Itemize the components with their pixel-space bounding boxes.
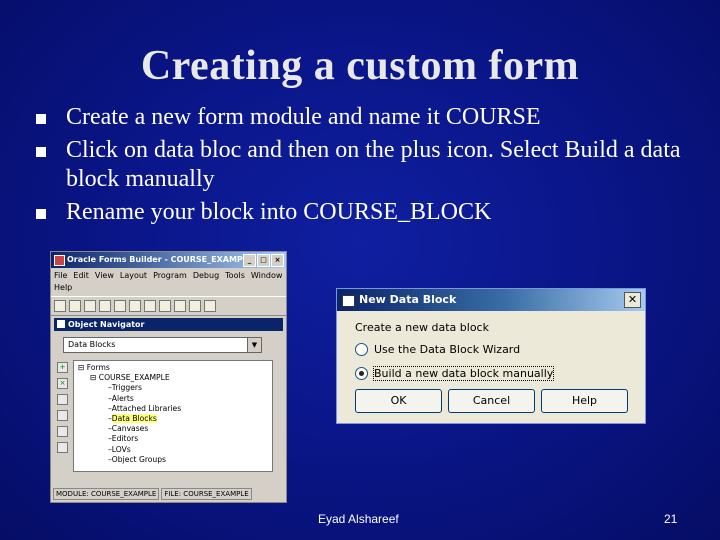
close-icon[interactable]: × bbox=[271, 254, 284, 267]
navigator-side-toolbar: + × bbox=[55, 362, 70, 467]
bullet-text: Click on data bloc and then on the plus … bbox=[66, 137, 681, 192]
bullet-list: Create a new form module and name it COU… bbox=[32, 103, 692, 231]
slide-title: Creating a custom form bbox=[140, 43, 580, 89]
menu-view[interactable]: View bbox=[95, 270, 114, 282]
cut-icon[interactable] bbox=[114, 300, 126, 312]
menu-window[interactable]: Window bbox=[251, 270, 283, 282]
new-data-block-dialog: New Data Block ✕ Create a new data block… bbox=[336, 288, 646, 424]
help-button[interactable]: Help bbox=[541, 389, 628, 413]
page-number: 21 bbox=[664, 512, 678, 526]
radio-wizard[interactable]: Use the Data Block Wizard bbox=[355, 343, 520, 356]
delete-icon[interactable]: × bbox=[57, 378, 68, 389]
tree-node[interactable]: –Alerts bbox=[78, 394, 268, 404]
tree-node[interactable]: –Canvases bbox=[78, 424, 268, 434]
object-navigator-titlebar: Object Navigator bbox=[54, 318, 283, 331]
object-navigator-title: Object Navigator bbox=[68, 320, 145, 329]
radio-wizard-label[interactable]: Use the Data Block Wizard bbox=[374, 343, 520, 356]
new-icon[interactable] bbox=[54, 300, 66, 312]
tree-node[interactable]: –Triggers bbox=[78, 383, 268, 393]
tree-node[interactable]: –Editors bbox=[78, 434, 268, 444]
collapse-all-icon[interactable] bbox=[57, 442, 68, 453]
oracle-app-icon bbox=[54, 255, 65, 266]
radio-manual-label[interactable]: Build a new data block manually bbox=[372, 366, 555, 381]
paste-icon[interactable] bbox=[144, 300, 156, 312]
compile-icon[interactable] bbox=[159, 300, 171, 312]
window-controls: _ □ × bbox=[243, 254, 284, 267]
forms-builder-window: Oracle Forms Builder - COURSE_EXAMPLE _ … bbox=[50, 251, 287, 503]
forms-builder-titlebar: Oracle Forms Builder - COURSE_EXAMPLE _ … bbox=[51, 252, 286, 268]
tree-node[interactable]: –LOVs bbox=[78, 445, 268, 455]
status-bar: MODULE: COURSE_EXAMPLE FILE: COURSE_EXAM… bbox=[51, 488, 286, 500]
debug-icon[interactable] bbox=[189, 300, 201, 312]
menu-help[interactable]: Help bbox=[54, 282, 72, 294]
footer-author: Eyad Alshareef bbox=[318, 512, 399, 526]
radio-button-icon[interactable] bbox=[355, 343, 368, 356]
bullet-text: Create a new form module and name it COU… bbox=[66, 104, 541, 130]
object-tree: ⊟ Forms ⊟ COURSE_EXAMPLE –Triggers –Aler… bbox=[73, 360, 273, 472]
expand-all-icon[interactable] bbox=[57, 426, 68, 437]
expand-icon[interactable] bbox=[57, 394, 68, 405]
open-icon[interactable] bbox=[69, 300, 81, 312]
tree-node-module[interactable]: ⊟ COURSE_EXAMPLE bbox=[78, 373, 268, 383]
menu-edit[interactable]: Edit bbox=[73, 270, 89, 282]
status-file: FILE: COURSE_EXAMPLE bbox=[161, 488, 252, 500]
bullet-item: Rename your block into COURSE_BLOCK bbox=[32, 198, 692, 227]
forms-builder-title: Oracle Forms Builder - COURSE_EXAMPLE bbox=[67, 255, 254, 264]
menu-bar: File Edit View Layout Program Debug Tool… bbox=[51, 268, 286, 296]
tree-node[interactable]: –Attached Libraries bbox=[78, 404, 268, 414]
copy-icon[interactable] bbox=[129, 300, 141, 312]
tree-node-data-blocks[interactable]: –Data Blocks bbox=[78, 414, 268, 424]
bullet-square-icon bbox=[36, 114, 46, 124]
bullet-square-icon bbox=[36, 147, 46, 157]
print-icon[interactable] bbox=[99, 300, 111, 312]
minimize-icon[interactable]: _ bbox=[243, 254, 256, 267]
navigator-combo-value: Data Blocks bbox=[68, 340, 116, 349]
bullet-text: Rename your block into COURSE_BLOCK bbox=[66, 199, 492, 225]
collapse-icon[interactable] bbox=[57, 410, 68, 421]
navigator-icon bbox=[57, 320, 65, 328]
radio-manual[interactable]: Build a new data block manually bbox=[355, 366, 555, 381]
chevron-down-icon[interactable]: ▼ bbox=[247, 338, 261, 352]
bullet-item: Create a new form module and name it COU… bbox=[32, 103, 692, 132]
dialog-caption: Create a new data block bbox=[355, 321, 489, 334]
menu-debug[interactable]: Debug bbox=[193, 270, 219, 282]
menu-file[interactable]: File bbox=[54, 270, 67, 282]
save-icon[interactable] bbox=[84, 300, 96, 312]
dialog-title: New Data Block bbox=[359, 293, 457, 306]
run-icon[interactable] bbox=[174, 300, 186, 312]
menu-layout[interactable]: Layout bbox=[120, 270, 147, 282]
help-icon[interactable] bbox=[204, 300, 216, 312]
bullet-item: Click on data bloc and then on the plus … bbox=[32, 136, 692, 194]
close-icon[interactable]: ✕ bbox=[624, 292, 641, 308]
cancel-button[interactable]: Cancel bbox=[448, 389, 535, 413]
dialog-app-icon bbox=[342, 295, 355, 307]
ok-button[interactable]: OK bbox=[355, 389, 442, 413]
navigator-combo[interactable]: Data Blocks ▼ bbox=[63, 337, 262, 353]
plus-icon[interactable]: + bbox=[57, 362, 68, 373]
toolbar bbox=[51, 296, 286, 316]
radio-button-selected-icon[interactable] bbox=[355, 367, 368, 380]
status-module: MODULE: COURSE_EXAMPLE bbox=[53, 488, 160, 500]
maximize-icon[interactable]: □ bbox=[257, 254, 270, 267]
bullet-square-icon bbox=[36, 209, 46, 219]
tree-node[interactable]: –Object Groups bbox=[78, 455, 268, 465]
tree-node-forms[interactable]: ⊟ Forms bbox=[78, 363, 268, 373]
menu-program[interactable]: Program bbox=[153, 270, 187, 282]
menu-tools[interactable]: Tools bbox=[225, 270, 245, 282]
dialog-titlebar: New Data Block ✕ bbox=[337, 289, 645, 311]
